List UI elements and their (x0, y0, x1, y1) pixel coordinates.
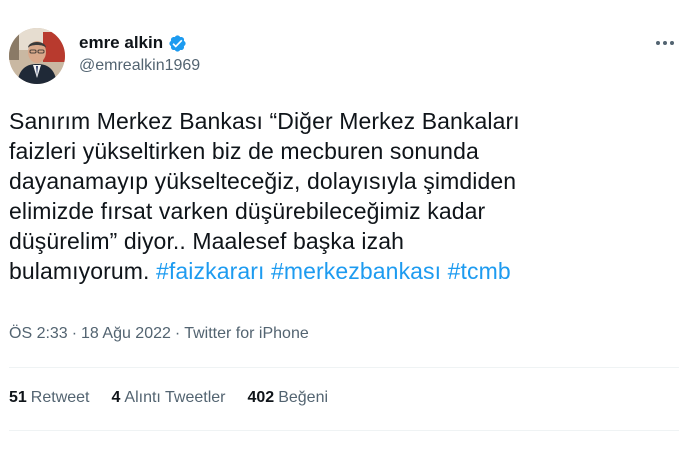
avatar[interactable] (9, 28, 65, 84)
author-display-name[interactable]: emre alkin (79, 33, 163, 53)
likes-count: 402 (247, 389, 275, 406)
tweet-text-line: faizleri yükseltirken biz de mecburen so… (9, 138, 479, 164)
tweet-text-line: düşürelim” diyor.. Maalesef başka izah (9, 228, 404, 254)
divider (9, 367, 679, 368)
verified-badge-icon (169, 34, 186, 52)
quote-tweets-count: 4 (111, 389, 121, 406)
more-horizontal-icon[interactable] (654, 36, 676, 50)
retweets-label: Retweet (30, 389, 90, 406)
quote-tweets-label: Alıntı Tweetler (124, 389, 226, 406)
retweets-count: 51 (9, 389, 27, 406)
likes-label: Beğeni (278, 389, 329, 406)
tweet-text-line: elimizde fırsat varken düşürebileceğimiz… (9, 198, 486, 224)
likes-stat[interactable]: 402 Beğeni (248, 389, 329, 407)
tweet-time[interactable]: ÖS 2:33 (9, 325, 68, 342)
avatar-image (9, 28, 65, 84)
tweet-text-line: dayanamayıp yükselteceğiz, dolayısıyla ş… (9, 168, 517, 194)
hashtag-link[interactable]: #faizkararı (156, 258, 264, 284)
tweet-date[interactable]: 18 Ağu 2022 (81, 325, 171, 342)
author-handle[interactable]: @emrealkin1969 (79, 57, 200, 75)
tweet-text-segment: bulamıyorum. (9, 258, 157, 284)
tweet-text-line: Sanırım Merkez Bankası “Diğer Merkez Ban… (9, 108, 520, 134)
tweet-card: emre alkin @emrealkin1969 Sanırım Merkez… (0, 0, 690, 450)
meta-separator: · (71, 325, 78, 342)
divider (9, 430, 679, 431)
tweet-text: Sanırım Merkez Bankası “Diğer Merkez Ban… (9, 106, 679, 286)
tweet-stats: 51 Retweet 4 Alıntı Tweetler 402 Beğeni (9, 389, 328, 407)
tweet-text-last-line: bulamıyorum. #faizkararı #merkezbankası … (9, 256, 679, 286)
retweets-stat[interactable]: 51 Retweet (9, 389, 90, 407)
meta-separator: · (174, 325, 181, 342)
hashtag-link[interactable]: #tcmb (448, 258, 511, 284)
tweet-source-link[interactable]: Twitter for iPhone (184, 325, 309, 342)
author-name-line: emre alkin (79, 33, 187, 53)
tweet-meta: ÖS 2:33 · 18 Ağu 2022 · Twitter for iPhone (9, 325, 309, 343)
quote-tweets-stat[interactable]: 4 Alıntı Tweetler (112, 389, 226, 407)
hashtag-link[interactable]: #merkezbankası (271, 258, 441, 284)
